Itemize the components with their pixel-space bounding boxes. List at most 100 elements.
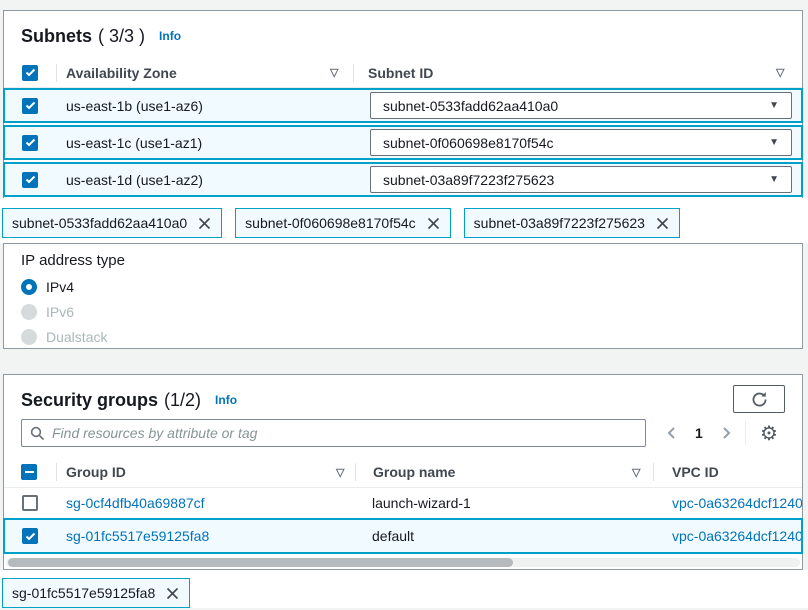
page-number[interactable]: 1 — [695, 425, 703, 441]
search-box — [21, 419, 646, 447]
security-groups-header: Security groups (1/2) Info — [21, 384, 237, 416]
subnet-row-checkbox[interactable] — [22, 164, 38, 195]
search-icon — [30, 426, 45, 441]
sort-icon[interactable]: ▽ — [632, 457, 640, 487]
security-groups-title: Security groups — [21, 390, 158, 411]
sort-icon[interactable]: ▽ — [776, 58, 784, 87]
radio-option-dualstack: Dualstack — [21, 324, 107, 349]
availability-zone-value: us-east-1c (use1-az1) — [66, 127, 202, 158]
column-group-id[interactable]: Group ID — [66, 457, 126, 487]
ip-address-type-label: IP address type — [21, 252, 125, 269]
gear-icon: ⚙ — [760, 421, 778, 446]
horizontal-scrollbar — [6, 558, 800, 567]
subnet-id-select[interactable]: subnet-0f060698e8170f54c ▼ — [370, 129, 792, 156]
checkbox-checked-icon — [22, 172, 38, 188]
chevron-right-icon — [722, 426, 732, 440]
sort-icon[interactable]: ▽ — [336, 457, 344, 487]
checkbox-indeterminate-icon — [21, 464, 37, 480]
subnet-token: subnet-0533fadd62aa410a0 — [2, 208, 222, 238]
page: Subnets ( 3/3 ) Info Availability Zone ▽… — [0, 0, 808, 610]
vpc-id-link[interactable]: vpc-0a63264dcf1240 — [672, 520, 801, 552]
dismiss-token-button[interactable] — [165, 586, 180, 601]
scrollbar-thumb[interactable] — [8, 558, 513, 567]
refresh-button[interactable] — [733, 385, 785, 413]
settings-button[interactable]: ⚙ — [754, 419, 784, 447]
group-id-link[interactable]: sg-01fc5517e59125fa8 — [66, 520, 209, 552]
group-name-value: launch-wizard-1 — [372, 488, 471, 518]
availability-zone-value: us-east-1b (use1-az6) — [66, 90, 203, 121]
refresh-icon — [751, 391, 768, 408]
subnet-id-select[interactable]: subnet-03a89f7223f275623 ▼ — [370, 166, 792, 193]
subnets-panel: Subnets ( 3/3 ) Info Availability Zone ▽… — [3, 10, 803, 198]
toolbar-divider — [745, 421, 746, 445]
checkbox-checked-icon — [22, 528, 38, 544]
sg-token: sg-01fc5517e59125fa8 — [2, 578, 190, 608]
dismiss-token-button[interactable] — [197, 216, 212, 231]
header-divider — [353, 64, 354, 82]
security-groups-panel: Security groups (1/2) Info 1 — [3, 374, 803, 570]
select-all-subnets-checkbox[interactable] — [22, 58, 38, 87]
column-vpc-id: VPC ID — [672, 457, 719, 487]
radio-option-ipv6: IPv6 — [21, 299, 107, 324]
checkbox-checked-icon — [22, 135, 38, 151]
radio-disabled-icon — [21, 329, 37, 345]
token-label: subnet-0f060698e8170f54c — [245, 215, 415, 231]
subnets-count: ( 3/3 ) — [98, 26, 145, 47]
subnet-row-checkbox[interactable] — [22, 127, 38, 158]
previous-page-button[interactable] — [659, 421, 683, 445]
subnet-row-us-east-1b[interactable]: us-east-1b (use1-az6) subnet-0533fadd62a… — [3, 88, 803, 123]
subnet-token-group: subnet-0533fadd62aa410a0 subnet-0f060698… — [2, 208, 680, 238]
radio-disabled-icon — [21, 304, 37, 320]
subnet-id-select[interactable]: subnet-0533fadd62aa410a0 ▼ — [370, 92, 792, 119]
subnet-row-us-east-1d[interactable]: us-east-1d (use1-az2) subnet-03a89f7223f… — [3, 162, 803, 197]
availability-zone-value: us-east-1d (use1-az2) — [66, 164, 203, 195]
security-group-row-default[interactable]: sg-01fc5517e59125fa8 default vpc-0a63264… — [3, 518, 803, 554]
radio-option-ipv4[interactable]: IPv4 — [21, 274, 107, 299]
dismiss-token-button[interactable] — [655, 216, 670, 231]
security-group-row-launch-wizard-1[interactable]: sg-0cf4dfb40a69887cf launch-wizard-1 vpc… — [4, 488, 802, 518]
pagination: 1 — [659, 419, 739, 447]
x-mark-icon — [197, 216, 212, 231]
vpc-id-link[interactable]: vpc-0a63264dcf1240 — [672, 488, 802, 518]
column-availability-zone[interactable]: Availability Zone — [66, 58, 177, 87]
security-groups-count: (1/2) — [164, 390, 201, 411]
caret-down-icon: ▼ — [769, 100, 779, 111]
dismiss-token-button[interactable] — [426, 216, 441, 231]
security-groups-table-header: Group ID ▽ Group name ▽ VPC ID — [4, 457, 802, 488]
sg-token-group: sg-01fc5517e59125fa8 — [2, 578, 190, 608]
sort-icon[interactable]: ▽ — [330, 58, 338, 87]
sg-row-checkbox[interactable] — [22, 520, 38, 552]
search-input[interactable] — [52, 425, 637, 441]
x-mark-icon — [426, 216, 441, 231]
checkbox-checked-icon — [22, 98, 38, 114]
subnet-id-selected-value: subnet-0f060698e8170f54c — [383, 135, 553, 151]
subnet-row-us-east-1c[interactable]: us-east-1c (use1-az1) subnet-0f060698e81… — [3, 125, 803, 160]
caret-down-icon: ▼ — [769, 137, 779, 148]
header-divider — [56, 463, 57, 481]
token-label: subnet-03a89f7223f275623 — [474, 215, 645, 231]
column-subnet-id[interactable]: Subnet ID — [368, 58, 433, 87]
next-page-button[interactable] — [715, 421, 739, 445]
token-label: sg-01fc5517e59125fa8 — [12, 585, 155, 601]
security-groups-info-link[interactable]: Info — [215, 393, 237, 407]
subnets-header: Subnets ( 3/3 ) Info — [21, 20, 181, 52]
subnets-info-link[interactable]: Info — [159, 29, 181, 43]
subnet-id-selected-value: subnet-03a89f7223f275623 — [383, 172, 554, 188]
subnet-token: subnet-03a89f7223f275623 — [464, 208, 680, 238]
subnet-id-selected-value: subnet-0533fadd62aa410a0 — [383, 98, 558, 114]
chevron-left-icon — [666, 426, 676, 440]
ip-address-type-panel: IP address type IPv4 IPv6 Dualstack — [3, 243, 803, 349]
token-label: subnet-0533fadd62aa410a0 — [12, 215, 187, 231]
checkbox-checked-icon — [22, 65, 38, 81]
radio-label: IPv4 — [46, 279, 74, 295]
group-id-link[interactable]: sg-0cf4dfb40a69887cf — [66, 488, 205, 518]
radio-label: Dualstack — [46, 329, 107, 345]
subnet-row-checkbox[interactable] — [22, 90, 38, 121]
x-mark-icon — [655, 216, 670, 231]
sg-row-checkbox[interactable] — [22, 488, 38, 518]
column-group-name[interactable]: Group name — [373, 457, 455, 487]
x-mark-icon — [165, 586, 180, 601]
select-all-groups-checkbox[interactable] — [21, 457, 37, 487]
radio-label: IPv6 — [46, 304, 74, 320]
caret-down-icon: ▼ — [769, 174, 779, 185]
